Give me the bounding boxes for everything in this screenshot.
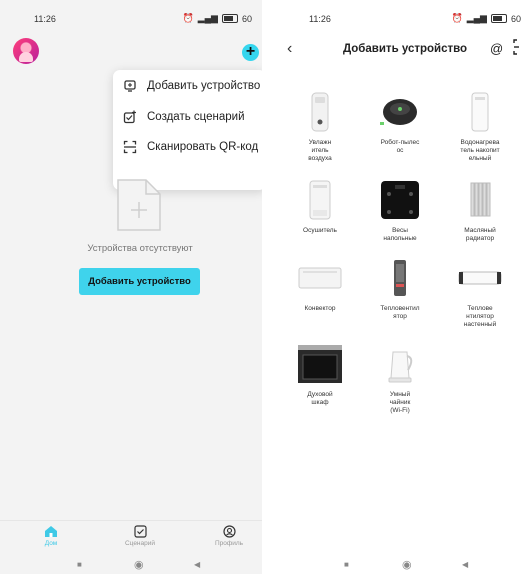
menu-item-label: Добавить устройство — [147, 80, 261, 92]
device-fan-heater[interactable]: Тепловентил ятор — [363, 258, 437, 321]
device-humidifier[interactable]: Увлажн итель воздуха — [283, 92, 357, 163]
device-label: Тепловентил ятор — [380, 305, 420, 320]
tab-label: Сценарий — [124, 540, 156, 547]
avatar[interactable] — [13, 38, 39, 64]
device-water-heater[interactable]: Водонагрева тель накопит ельный — [443, 92, 517, 163]
device-label: Масляный радиатор — [464, 227, 496, 242]
oven-icon — [298, 345, 342, 383]
back-nav-icon[interactable]: ◀ — [194, 560, 200, 569]
fan-heater-icon — [394, 260, 406, 296]
home-nav-icon[interactable]: ◉ — [134, 558, 144, 571]
status-bar: 11:26 ⏰ ▂▄▆ 60 — [279, 0, 523, 40]
status-bar: 11:26 ⏰ ▂▄▆ 60 — [0, 0, 262, 40]
scan-icon[interactable] — [513, 39, 523, 55]
scale-icon — [381, 181, 419, 219]
device-oil-radiator[interactable]: Масляный радиатор — [443, 180, 517, 243]
home-icon — [45, 526, 57, 537]
device-convector[interactable]: Конвектор — [283, 258, 357, 313]
device-robot-vacuum[interactable]: Робот-пылес ос — [363, 92, 437, 155]
battery-icon — [490, 14, 507, 23]
device-floor-scale[interactable]: Весы напольные — [363, 180, 437, 243]
device-label: Умный чайник (Wi-Fi) — [389, 391, 411, 414]
robot-vacuum-icon — [380, 99, 417, 125]
back-nav-icon[interactable]: ◀ — [462, 560, 468, 569]
add-menu-popup: Добавить устройство Создать сценарий Ска… — [113, 70, 262, 190]
alarm-icon: ⏰ — [182, 13, 194, 23]
at-icon[interactable]: @ — [490, 41, 503, 56]
tab-label: Профиль — [214, 540, 244, 547]
tab-scenario[interactable]: Сценарий — [115, 523, 165, 547]
menu-item-label: Сканировать QR-код — [147, 141, 259, 153]
wall-heater-icon — [458, 271, 502, 285]
signal-icon: ▂▄▆ — [466, 13, 487, 23]
menu-item-add-device[interactable]: Добавить устройство — [113, 71, 262, 101]
menu-item-label: Создать сценарий — [147, 111, 245, 123]
home-nav-icon[interactable]: ◉ — [402, 558, 412, 571]
empty-state-text: Устройства отсутствуют — [87, 243, 193, 254]
page-title: Добавить устройство — [342, 43, 468, 55]
battery-level: 60 — [510, 13, 521, 24]
device-oven[interactable]: Духовой шкаф — [283, 344, 357, 407]
recents-icon[interactable]: ■ — [344, 560, 349, 569]
recents-icon[interactable]: ■ — [77, 560, 82, 569]
humidifier-icon — [311, 92, 329, 132]
convector-icon — [298, 267, 342, 289]
status-icons: ⏰ ▂▄▆ 60 — [183, 13, 252, 24]
device-label: Водонагрева тель накопит ельный — [460, 139, 500, 162]
system-nav-bar: ■ ◉ ◀ — [279, 557, 523, 574]
menu-item-scan-qr[interactable]: Сканировать QR-код — [113, 132, 262, 162]
bottom-tab-bar: Дом Сценарий Профиль — [0, 520, 262, 557]
device-wall-heater[interactable]: Теплове нтилятор настенный — [443, 258, 517, 329]
oil-radiator-icon — [470, 182, 491, 217]
alarm-icon: ⏰ — [451, 13, 463, 23]
add-device-icon — [124, 80, 136, 92]
create-scene-icon — [123, 110, 136, 124]
status-time: 11:26 — [34, 14, 56, 24]
profile-icon — [222, 525, 236, 538]
tab-profile[interactable]: Профиль — [204, 523, 254, 547]
device-label: Духовой шкаф — [307, 391, 333, 406]
status-icons: ⏰ ▂▄▆ 60 — [452, 13, 521, 24]
device-label: Конвектор — [304, 305, 336, 312]
device-label: Робот-пылес ос — [380, 139, 420, 154]
device-label: Весы напольные — [383, 227, 417, 242]
home-screen: 11:26 ⏰ ▂▄▆ 60 + Добавить устройство Соз… — [0, 0, 262, 574]
empty-device-icon — [117, 179, 161, 231]
dehumidifier-icon — [309, 180, 331, 220]
water-heater-icon — [471, 92, 489, 132]
battery-level: 60 — [241, 13, 252, 24]
device-dehumidifier[interactable]: Осушитель — [283, 180, 357, 235]
add-icon-button[interactable]: + — [242, 44, 259, 61]
device-label: Осушитель — [303, 227, 337, 234]
battery-icon — [221, 14, 238, 23]
system-nav-bar: ■ ◉ ◀ — [0, 557, 262, 574]
device-label: Увлажн итель воздуха — [308, 139, 332, 162]
kettle-icon — [388, 351, 413, 383]
device-label: Теплове нтилятор настенный — [463, 305, 497, 328]
add-device-button[interactable]: Добавить устройство — [79, 268, 200, 295]
tab-label: Дом — [44, 540, 58, 547]
add-device-screen: 11:26 ⏰ ▂▄▆ 60 ‹ Добавить устройство @ У… — [279, 0, 523, 574]
device-smart-kettle[interactable]: Умный чайник (Wi-Fi) — [363, 344, 437, 415]
status-time: 11:26 — [309, 14, 331, 24]
menu-item-create-scene[interactable]: Создать сценарий — [113, 102, 262, 132]
scan-qr-icon — [123, 140, 137, 154]
page-title-wrap: Добавить устройство — [279, 43, 523, 55]
signal-icon: ▂▄▆ — [197, 13, 218, 23]
scenario-icon — [133, 525, 147, 538]
tab-home[interactable]: Дом — [26, 523, 76, 547]
